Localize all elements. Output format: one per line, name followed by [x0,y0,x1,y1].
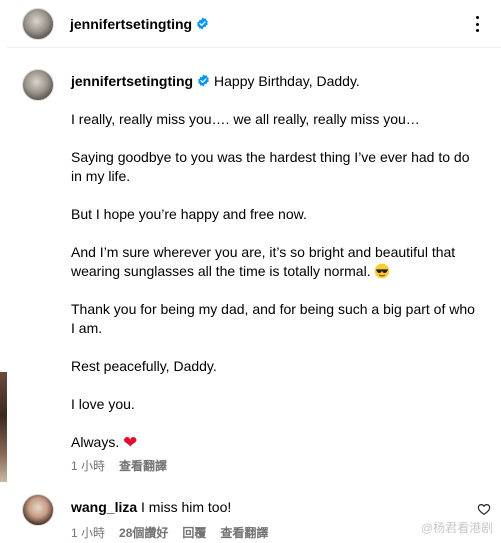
caption-meta: 1 小時 查看翻譯 [71,457,167,474]
caption-paragraph: Thank you for being my dad, and for bein… [71,301,475,336]
reply-link[interactable]: 回覆 [182,524,206,541]
watermark-text: @杨君看港剧 [421,521,494,535]
caption-paragraph: Saying goodbye to you was the hardest th… [71,149,470,184]
caption-text: jennifertsetingting Happy Birthday, Dadd… [71,72,481,452]
more-options-icon[interactable] [467,14,487,34]
see-translation-link[interactable]: 查看翻譯 [119,457,167,474]
background-photo-edge [0,372,7,482]
caption-paragraph: Always. ❤ [71,433,138,452]
comment-timestamp[interactable]: 1 小時 [71,524,105,541]
comment-meta: 1 小時 28個讚好 回覆 查看翻譯 [71,524,282,541]
caption-username[interactable]: jennifertsetingting [71,73,210,89]
header-avatar[interactable] [22,7,54,40]
red-heart-emoji: ❤ [123,433,138,452]
caption-paragraph: And I’m sure wherever you are, it’s so b… [71,244,456,279]
comment-avatar[interactable] [22,494,54,526]
caption-paragraph: I love you. [71,396,135,412]
comment-username[interactable]: wang_liza [71,499,137,515]
caption-paragraph: But I hope you’re happy and free now. [71,206,307,222]
post-header: jennifertsetingting [7,0,501,48]
verified-badge-icon [197,17,208,29]
left-background-strip [0,0,7,543]
comment-likes-count[interactable]: 28個讚好 [119,524,168,541]
post-timestamp[interactable]: 1 小時 [71,457,105,474]
caption-paragraph: Rest peacefully, Daddy. [71,358,217,374]
comment-see-translation-link[interactable]: 查看翻譯 [220,524,268,541]
like-heart-icon[interactable] [477,502,491,516]
verified-badge-icon [198,74,209,87]
sunglasses-emoji-icon [375,263,390,279]
caption-avatar[interactable] [22,69,54,101]
caption-first-line: Happy Birthday, Daddy. [214,73,360,89]
comment-body: I miss him too! [141,499,232,515]
header-username[interactable]: jennifertsetingting [70,16,209,32]
caption-paragraph: I really, really miss you…. we all reall… [71,111,420,127]
comment-text: wang_liza I miss him too! [71,499,231,515]
